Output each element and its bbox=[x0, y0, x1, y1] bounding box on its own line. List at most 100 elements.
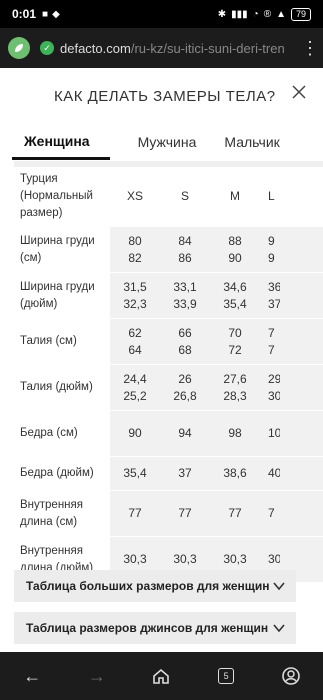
cell-value: 7 bbox=[268, 506, 275, 520]
cell-value: 10 bbox=[268, 426, 280, 440]
url-path: /ru-kz/su-itici-suni-deri-trenc bbox=[130, 40, 285, 56]
cell-value: 84 bbox=[178, 233, 192, 248]
table-cell: 90 bbox=[110, 411, 160, 456]
table-cell: 70 72 bbox=[210, 319, 260, 364]
tab-men[interactable]: Мужчина bbox=[138, 126, 197, 158]
table-cell: 33,1 33,9 bbox=[160, 273, 210, 318]
row-cells: 24,4 25,2 26 26,8 27,6 28,3 29 30 bbox=[110, 365, 323, 410]
cell-value: 30,3 bbox=[173, 552, 197, 566]
browser-menu-icon[interactable]: ⋮ bbox=[301, 38, 319, 59]
site-favicon-icon[interactable] bbox=[8, 37, 30, 59]
cell-value: 30,3 bbox=[123, 552, 147, 566]
table-cell: 77 bbox=[210, 491, 260, 536]
size-header-m: M bbox=[230, 189, 240, 203]
url-host: defacto.com bbox=[60, 40, 131, 56]
size-header-cells: XS S M L bbox=[110, 167, 323, 226]
row-label: Бедра (см) bbox=[20, 427, 78, 439]
cell-value: 24,4 bbox=[123, 371, 147, 386]
accordion-plus-size-women[interactable]: Таблица больших размеров для женщин bbox=[14, 570, 296, 602]
cell-value: 94 bbox=[178, 426, 192, 440]
cell-value: 86 bbox=[178, 250, 192, 265]
data-saver-icon: ® bbox=[263, 8, 272, 20]
cell-value: 26 bbox=[178, 371, 192, 386]
tab-boys[interactable]: Мальчик bbox=[224, 126, 279, 158]
row-label: Талия (дюйм) bbox=[20, 381, 93, 393]
chevron-down-icon bbox=[273, 582, 285, 591]
row-cells: 31,5 32,3 33,1 33,9 34,6 35,4 36 37 bbox=[110, 273, 323, 318]
size-header-s: S bbox=[180, 189, 189, 203]
accordion-label: Таблица размеров джинсов для женщин bbox=[26, 621, 269, 635]
account-icon[interactable] bbox=[280, 665, 302, 687]
cell-value: 35,4 bbox=[123, 466, 147, 480]
table-cell: 88 90 bbox=[210, 227, 260, 272]
forward-arrow-icon[interactable]: → bbox=[86, 665, 108, 687]
cell-value: 64 bbox=[128, 342, 142, 357]
table-cell: 10 bbox=[260, 411, 280, 456]
table-row: Талия (см) 62 64 66 68 70 72 7 7 bbox=[14, 319, 323, 365]
close-icon[interactable] bbox=[291, 84, 307, 100]
table-cell: 37 bbox=[160, 457, 210, 490]
browser-url-bar[interactable]: ✓ defacto.com/ru-kz/su-itici-suni-deri-t… bbox=[0, 28, 323, 68]
table-cell: 24,4 25,2 bbox=[110, 365, 160, 410]
table-cell: 98 bbox=[210, 411, 260, 456]
row-cells: 35,4 37 38,6 40 bbox=[110, 457, 323, 490]
row-cells: 80 82 84 86 88 90 9 9 bbox=[110, 227, 323, 272]
cell-value: 28,3 bbox=[223, 388, 247, 403]
row-cells: 90 94 98 10 bbox=[110, 411, 323, 456]
table-cell: 62 64 bbox=[110, 319, 160, 364]
row-label: Талия (см) bbox=[20, 335, 77, 347]
battery-icon: 79 bbox=[290, 7, 311, 21]
table-cell: 77 bbox=[160, 491, 210, 536]
cell-value: 98 bbox=[228, 426, 242, 440]
cell-value: 26,8 bbox=[173, 388, 197, 403]
cell-value: 37 bbox=[178, 466, 192, 480]
url-text[interactable]: defacto.com/ru-kz/su-itici-suni-deri-tre… bbox=[60, 41, 285, 56]
notification-icon: ■ bbox=[42, 8, 49, 20]
home-icon[interactable] bbox=[150, 665, 172, 687]
chevron-down-icon bbox=[273, 624, 285, 633]
shield-status-icon: ◆ bbox=[52, 8, 60, 20]
table-cell: 80 82 bbox=[110, 227, 160, 272]
row-cells: 77 77 77 7 bbox=[110, 491, 323, 536]
status-time: 0:01 bbox=[12, 7, 37, 21]
size-header-l: L bbox=[268, 189, 275, 203]
row-label: Бедра (дюйм) bbox=[20, 467, 94, 479]
table-row: Ширина груди (см) 80 82 84 86 88 90 9 9 bbox=[14, 227, 323, 273]
table-cell: 27,6 28,3 bbox=[210, 365, 260, 410]
secure-lock-icon[interactable]: ✓ bbox=[40, 41, 54, 55]
tabs-switcher-icon[interactable]: 5 bbox=[215, 665, 237, 687]
cell-value: 82 bbox=[128, 250, 142, 265]
table-row: Ширина груди (дюйм) 31,5 32,3 33,1 33,9 34,6 3… bbox=[14, 273, 323, 319]
table-cell: 7 bbox=[260, 491, 280, 536]
table-cell: 34,6 35,4 bbox=[210, 273, 260, 318]
table-cell: 40 bbox=[260, 457, 280, 490]
cell-value: 38,6 bbox=[223, 466, 247, 480]
table-row: Талия (дюйм) 24,4 25,2 26 26,8 27,6 28,3 29 30 bbox=[14, 365, 323, 411]
cell-value: 36 bbox=[268, 279, 280, 294]
table-cell: 29 30 bbox=[260, 365, 280, 410]
tab-women[interactable]: Женщина bbox=[12, 125, 110, 160]
row-label: Ширина груди (см) bbox=[20, 234, 95, 264]
cell-value: 37 bbox=[268, 296, 280, 311]
cell-value: 66 bbox=[178, 325, 192, 340]
cell-value: 70 bbox=[228, 325, 242, 340]
cell-value: 33,1 bbox=[173, 279, 197, 294]
tab-count: 5 bbox=[218, 668, 235, 684]
back-arrow-icon[interactable]: ← bbox=[21, 665, 43, 687]
cell-value: 77 bbox=[178, 506, 192, 520]
cell-value: 9 bbox=[268, 233, 275, 248]
modal-title: КАК ДЕЛАТЬ ЗАМЕРЫ ТЕЛА? bbox=[54, 87, 276, 105]
table-header-label: Турция (Нормальный размер) bbox=[14, 167, 110, 226]
table-header-row: Турция (Нормальный размер) XS S M L bbox=[14, 167, 323, 227]
signal-bars-icon: ▲ bbox=[276, 8, 286, 20]
wifi-icon: ◔ bbox=[252, 8, 259, 20]
accordion-label: Таблица больших размеров для женщин bbox=[26, 579, 270, 593]
table-row: Бедра (см) 90 94 98 10 bbox=[14, 411, 323, 457]
modal-header: КАК ДЕЛАТЬ ЗАМЕРЫ ТЕЛА? bbox=[0, 68, 323, 124]
size-header-xs: XS bbox=[126, 189, 143, 203]
browser-nav-bar: ← → 5 bbox=[0, 652, 323, 700]
status-right: ✱ ▮▮▮ ◔ ® ▲ 79 bbox=[218, 7, 311, 21]
cell-value: 27,6 bbox=[223, 371, 247, 386]
cell-value: 7 bbox=[268, 342, 275, 357]
accordion-jeans-women[interactable]: Таблица размеров джинсов для женщин bbox=[14, 612, 296, 644]
